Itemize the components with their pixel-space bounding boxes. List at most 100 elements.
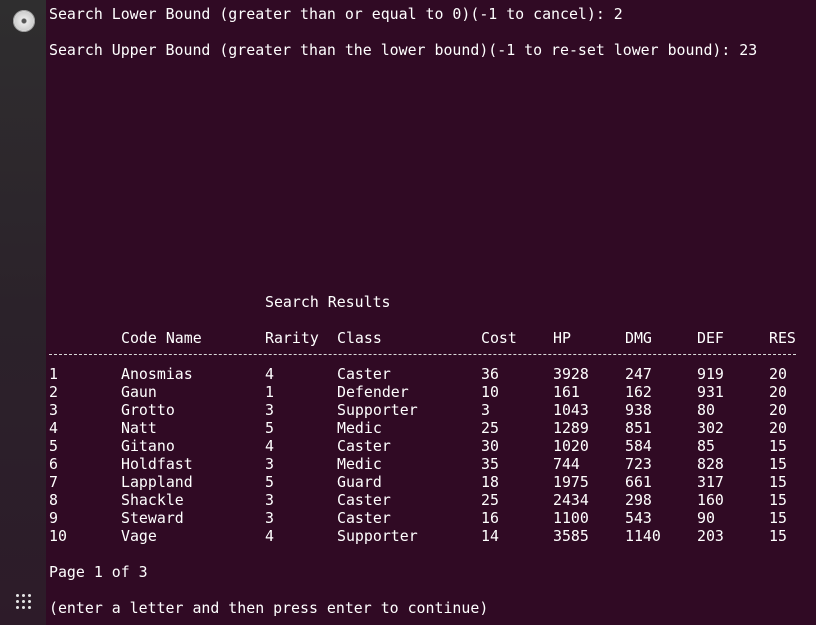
cell-row-number: 5 (49, 437, 58, 455)
cell-hp: 3585 (553, 527, 589, 545)
table-row: 10 Vage 4 Supporter 14 3585 1140 203 15 (49, 527, 809, 545)
cell-code-name: Gaun (121, 383, 157, 401)
cell-cost: 18 (481, 473, 499, 491)
header-code-name: Code Name (121, 329, 202, 347)
table-row: 5 Gitano 4 Caster 30 1020 584 85 15 (49, 437, 809, 455)
cell-hp: 1289 (553, 419, 589, 437)
cell-row-number: 8 (49, 491, 58, 509)
cell-def: 828 (697, 455, 724, 473)
cell-class: Medic (337, 419, 382, 437)
cell-def: 919 (697, 365, 724, 383)
cell-def: 302 (697, 419, 724, 437)
cell-cost: 35 (481, 455, 499, 473)
cell-dmg: 1140 (625, 527, 661, 545)
cell-code-name: Steward (121, 509, 184, 527)
cell-def: 80 (697, 401, 715, 419)
cell-code-name: Lappland (121, 473, 193, 491)
table-row: 1 Anosmias 4 Caster 36 3928 247 919 20 (49, 365, 809, 383)
cell-res: 15 (769, 473, 787, 491)
cell-row-number: 3 (49, 401, 58, 419)
upper-bound-prompt: Search Upper Bound (greater than the low… (49, 41, 758, 59)
terminal[interactable]: Search Lower Bound (greater than or equa… (49, 0, 816, 625)
cell-class: Medic (337, 455, 382, 473)
cell-dmg: 543 (625, 509, 652, 527)
cell-class: Caster (337, 491, 391, 509)
cell-row-number: 9 (49, 509, 58, 527)
cell-dmg: 723 (625, 455, 652, 473)
continue-hint: (enter a letter and then press enter to … (49, 599, 489, 617)
header-dmg: DMG (625, 329, 652, 347)
cell-res: 20 (769, 401, 787, 419)
cell-hp: 744 (553, 455, 580, 473)
cell-rarity: 3 (265, 455, 274, 473)
cell-class: Supporter (337, 401, 418, 419)
header-class: Class (337, 329, 382, 347)
cell-cost: 14 (481, 527, 499, 545)
cell-def: 931 (697, 383, 724, 401)
cell-code-name: Holdfast (121, 455, 193, 473)
cell-code-name: Natt (121, 419, 157, 437)
cell-hp: 3928 (553, 365, 589, 383)
lower-bound-prompt: Search Lower Bound (greater than or equa… (49, 5, 623, 23)
header-hp: HP (553, 329, 571, 347)
cell-class: Caster (337, 437, 391, 455)
cell-hp: 1043 (553, 401, 589, 419)
results-separator (49, 354, 796, 355)
cell-cost: 25 (481, 419, 499, 437)
cell-row-number: 1 (49, 365, 58, 383)
cell-row-number: 2 (49, 383, 58, 401)
cell-cost: 16 (481, 509, 499, 527)
cell-code-name: Vage (121, 527, 157, 545)
cell-hp: 161 (553, 383, 580, 401)
cell-def: 90 (697, 509, 715, 527)
cell-dmg: 661 (625, 473, 652, 491)
cell-code-name: Grotto (121, 401, 175, 419)
cell-dmg: 851 (625, 419, 652, 437)
table-row: 9 Steward 3 Caster 16 1100 543 90 15 (49, 509, 809, 527)
results-header: Code Name Rarity Class Cost HP DMG DEF R… (49, 329, 809, 347)
table-row: 7 Lappland 5 Guard 18 1975 661 317 15 (49, 473, 809, 491)
cell-rarity: 4 (265, 365, 274, 383)
cell-rarity: 3 (265, 401, 274, 419)
cell-res: 15 (769, 437, 787, 455)
cell-dmg: 162 (625, 383, 652, 401)
cell-class: Caster (337, 365, 391, 383)
table-row: 4 Natt 5 Medic 25 1289 851 302 20 (49, 419, 809, 437)
disc-icon[interactable] (13, 10, 35, 32)
cell-rarity: 4 (265, 527, 274, 545)
cell-res: 15 (769, 527, 787, 545)
cell-rarity: 4 (265, 437, 274, 455)
cell-cost: 25 (481, 491, 499, 509)
cell-hp: 1020 (553, 437, 589, 455)
cell-code-name: Shackle (121, 491, 184, 509)
cell-cost: 30 (481, 437, 499, 455)
cell-rarity: 3 (265, 491, 274, 509)
cell-hp: 1975 (553, 473, 589, 491)
cell-res: 20 (769, 383, 787, 401)
cell-rarity: 5 (265, 419, 274, 437)
cell-cost: 3 (481, 401, 490, 419)
cell-class: Caster (337, 509, 391, 527)
cell-def: 203 (697, 527, 724, 545)
header-cost: Cost (481, 329, 517, 347)
cell-row-number: 10 (49, 527, 67, 545)
cell-res: 15 (769, 455, 787, 473)
cell-class: Defender (337, 383, 409, 401)
cell-dmg: 298 (625, 491, 652, 509)
show-applications-icon[interactable] (16, 594, 32, 610)
cell-def: 160 (697, 491, 724, 509)
cell-row-number: 7 (49, 473, 58, 491)
cell-row-number: 4 (49, 419, 58, 437)
cell-cost: 36 (481, 365, 499, 383)
cell-dmg: 247 (625, 365, 652, 383)
cell-hp: 2434 (553, 491, 589, 509)
cell-res: 20 (769, 365, 787, 383)
cell-code-name: Anosmias (121, 365, 193, 383)
cell-cost: 10 (481, 383, 499, 401)
page-indicator: Page 1 of 3 (49, 563, 148, 581)
header-res: RES (769, 329, 796, 347)
cell-def: 317 (697, 473, 724, 491)
cell-dmg: 938 (625, 401, 652, 419)
cell-rarity: 1 (265, 383, 274, 401)
cell-rarity: 5 (265, 473, 274, 491)
